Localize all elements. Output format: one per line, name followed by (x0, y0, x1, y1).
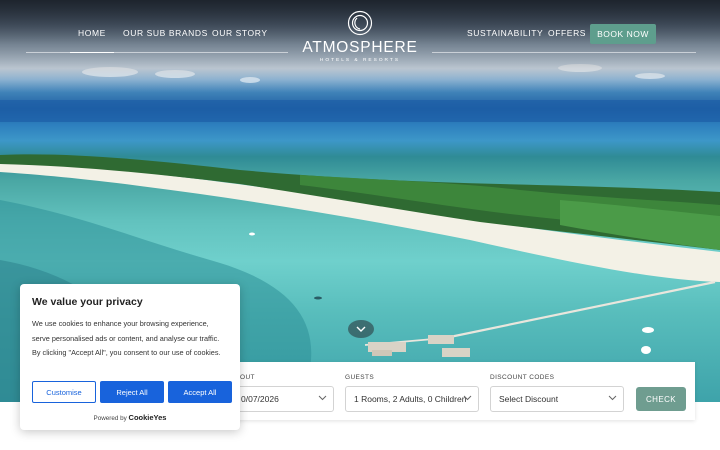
scroll-down-button[interactable] (348, 320, 374, 338)
discount-value: Select Discount (499, 394, 559, 404)
page: HOME OUR SUB BRANDS OUR STORY SUSTAINABI… (0, 0, 720, 450)
nav-our-story[interactable]: OUR STORY (212, 28, 268, 38)
nav-divider-left (26, 52, 288, 53)
checkout-date-value: 0/07/2026 (241, 394, 279, 404)
discount-codes-label: DISCOUNT CODES (490, 374, 555, 381)
brand-name: ATMOSPHERE (302, 39, 418, 56)
reject-all-button[interactable]: Reject All (100, 381, 164, 403)
check-availability-button[interactable]: CHECK (636, 387, 686, 411)
book-now-button[interactable]: BOOK NOW (590, 24, 656, 44)
guests-field[interactable]: 1 Rooms, 2 Adults, 0 Children (345, 386, 479, 412)
nav-divider-right (432, 52, 696, 53)
cookieyes-logo[interactable]: CookieYes (129, 413, 167, 422)
discount-select[interactable]: Select Discount (490, 386, 624, 412)
nav-sustainability[interactable]: SUSTAINABILITY (467, 28, 543, 38)
guests-label: GUESTS (345, 374, 375, 381)
customise-button[interactable]: Customise (32, 381, 96, 403)
powered-by-text: Powered by (93, 415, 127, 422)
atmosphere-ring-logo-icon (347, 10, 373, 36)
scroll-down-chevron-icon (356, 326, 366, 332)
chevron-down-icon (463, 395, 472, 401)
checkout-label: OUT (240, 374, 255, 381)
checkout-date-field[interactable]: 0/07/2026 (232, 386, 334, 412)
cookie-title: We value your privacy (32, 296, 143, 308)
cookie-actions: Customise Reject All Accept All (32, 381, 232, 403)
nav-home[interactable]: HOME (70, 28, 114, 53)
booking-bar: OUT 0/07/2026 GUESTS 1 Rooms, 2 Adults, … (226, 362, 695, 420)
cookie-consent-banner: We value your privacy We use cookies to … (20, 284, 240, 430)
chevron-down-icon (318, 395, 327, 401)
guests-value: 1 Rooms, 2 Adults, 0 Children (354, 394, 467, 404)
chevron-down-icon (608, 395, 617, 401)
brand-tagline: HOTELS & RESORTS (319, 58, 401, 63)
accept-all-button[interactable]: Accept All (168, 381, 232, 403)
nav-offers[interactable]: OFFERS (548, 28, 586, 38)
cookie-powered-by: Powered by CookieYes (20, 413, 240, 422)
nav-our-sub-brands[interactable]: OUR SUB BRANDS (123, 28, 208, 38)
cookie-description: We use cookies to enhance your browsing … (32, 319, 221, 357)
brand-logo[interactable]: ATMOSPHERE HOTELS & RESORTS (296, 10, 424, 65)
